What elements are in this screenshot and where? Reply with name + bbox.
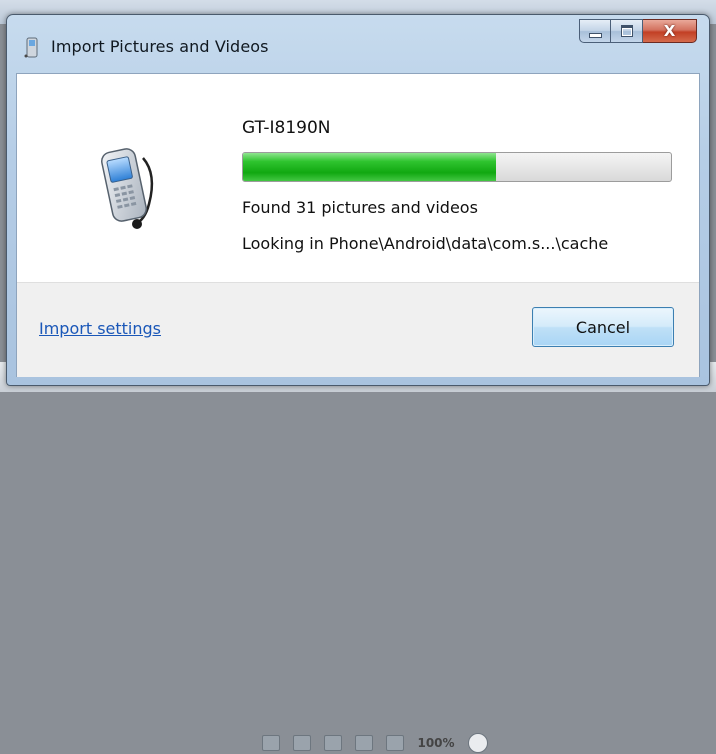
window-title: Import Pictures and Videos xyxy=(51,37,269,56)
import-progress-bar xyxy=(242,152,672,182)
minimize-icon xyxy=(588,32,602,38)
progress-fill xyxy=(243,153,496,181)
layout-icon xyxy=(386,734,405,751)
zoom-level: 100% xyxy=(417,735,455,750)
device-name: GT-I8190N xyxy=(242,118,331,138)
found-count-text: Found 31 pictures and videos xyxy=(242,198,478,217)
minimize-button[interactable] xyxy=(579,19,611,43)
background-toolbar: 100% xyxy=(262,732,562,754)
import-settings-link[interactable]: Import settings xyxy=(39,319,161,338)
current-folder-text: Looking in Phone\Android\data\com.s...\c… xyxy=(242,234,609,253)
import-dialog: Import Pictures and Videos X GT-I8190N F… xyxy=(6,14,710,386)
layout-icon xyxy=(324,734,343,751)
dialog-footer: Import settings Cancel xyxy=(17,282,699,377)
phone-icon xyxy=(24,37,38,58)
maximize-button[interactable] xyxy=(611,19,643,43)
dialog-content: GT-I8190N Found 31 pictures and videos L… xyxy=(16,73,700,377)
layout-icon xyxy=(355,734,374,751)
title-bar[interactable]: Import Pictures and Videos X xyxy=(7,15,709,73)
maximize-icon xyxy=(620,25,633,37)
phone-icon xyxy=(101,148,154,229)
layout-icon xyxy=(262,734,280,751)
zoom-out-icon xyxy=(467,732,488,753)
close-icon: X xyxy=(663,21,676,40)
layout-icon xyxy=(293,734,312,751)
cancel-button[interactable]: Cancel xyxy=(532,307,674,347)
caption-buttons: X xyxy=(579,19,697,43)
close-button[interactable]: X xyxy=(643,19,697,43)
